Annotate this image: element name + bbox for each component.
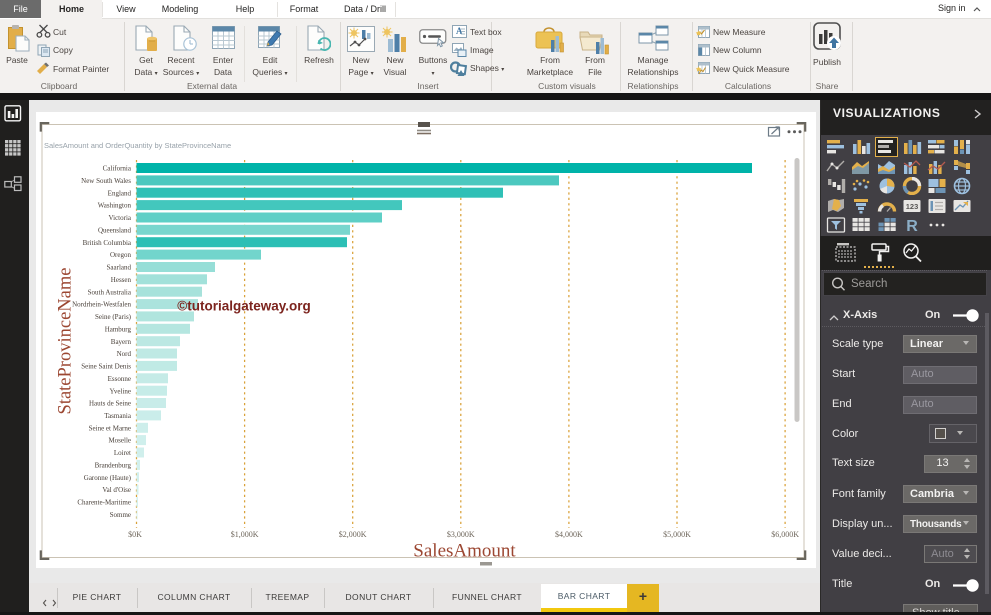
svg-text:Loiret: Loiret xyxy=(114,449,131,457)
svg-text:Seine (Paris): Seine (Paris) xyxy=(95,313,132,321)
svg-text:England: England xyxy=(108,189,132,197)
svg-text:Nordrhein-Westfalen: Nordrhein-Westfalen xyxy=(72,301,131,309)
svg-text:Seine et Marne: Seine et Marne xyxy=(89,424,131,432)
svg-text:SalesAmount and OrderQuantity: SalesAmount and OrderQuantity by StatePr… xyxy=(44,141,231,150)
svg-text:Val d'Oise: Val d'Oise xyxy=(102,486,131,494)
svg-text:Nord: Nord xyxy=(117,350,132,358)
svg-text:British Columbia: British Columbia xyxy=(83,239,132,247)
svg-text:Hessen: Hessen xyxy=(111,276,132,284)
svg-text:South Australia: South Australia xyxy=(88,288,132,296)
svg-text:Saarland: Saarland xyxy=(107,264,132,272)
svg-text:Yveline: Yveline xyxy=(110,387,131,395)
svg-text:$2,000K: $2,000K xyxy=(339,530,367,539)
svg-text:Bayern: Bayern xyxy=(111,338,132,346)
svg-text:StateProvinceName: StateProvinceName xyxy=(56,268,76,415)
svg-text:Seine Saint Denis: Seine Saint Denis xyxy=(81,363,131,371)
svg-text:Garonne (Haute): Garonne (Haute) xyxy=(84,474,132,482)
svg-text:Charente-Maritime: Charente-Maritime xyxy=(77,499,131,507)
svg-text:California: California xyxy=(103,165,132,173)
svg-text:Essonne: Essonne xyxy=(108,375,131,383)
svg-text:Victoria: Victoria xyxy=(108,214,131,222)
svg-text:$1,000K: $1,000K xyxy=(231,530,259,539)
svg-text:©tutorialgateway.org: ©tutorialgateway.org xyxy=(177,299,310,314)
svg-text:A: A xyxy=(456,26,463,36)
svg-text:Moselle: Moselle xyxy=(108,437,131,445)
svg-text:New South Wales: New South Wales xyxy=(81,177,131,185)
svg-text:$4,000K: $4,000K xyxy=(555,530,583,539)
svg-text:$5,000K: $5,000K xyxy=(663,530,691,539)
svg-text:$6,000K: $6,000K xyxy=(771,530,799,539)
svg-text:$0K: $0K xyxy=(128,530,142,539)
svg-text:R: R xyxy=(906,218,918,234)
svg-text:Washington: Washington xyxy=(98,202,132,210)
svg-text:Tasmania: Tasmania xyxy=(104,412,132,420)
svg-text:Queensland: Queensland xyxy=(98,226,132,234)
svg-text:$3,000K: $3,000K xyxy=(447,530,475,539)
svg-text:Hamburg: Hamburg xyxy=(105,325,132,333)
svg-text:Hauts de Seine: Hauts de Seine xyxy=(89,400,131,408)
svg-text:123: 123 xyxy=(906,202,919,211)
svg-text:SalesAmount: SalesAmount xyxy=(413,541,516,562)
svg-text:Brandenburg: Brandenburg xyxy=(95,462,132,470)
svg-text:Oregon: Oregon xyxy=(110,251,131,259)
svg-text:Somme: Somme xyxy=(110,511,131,519)
